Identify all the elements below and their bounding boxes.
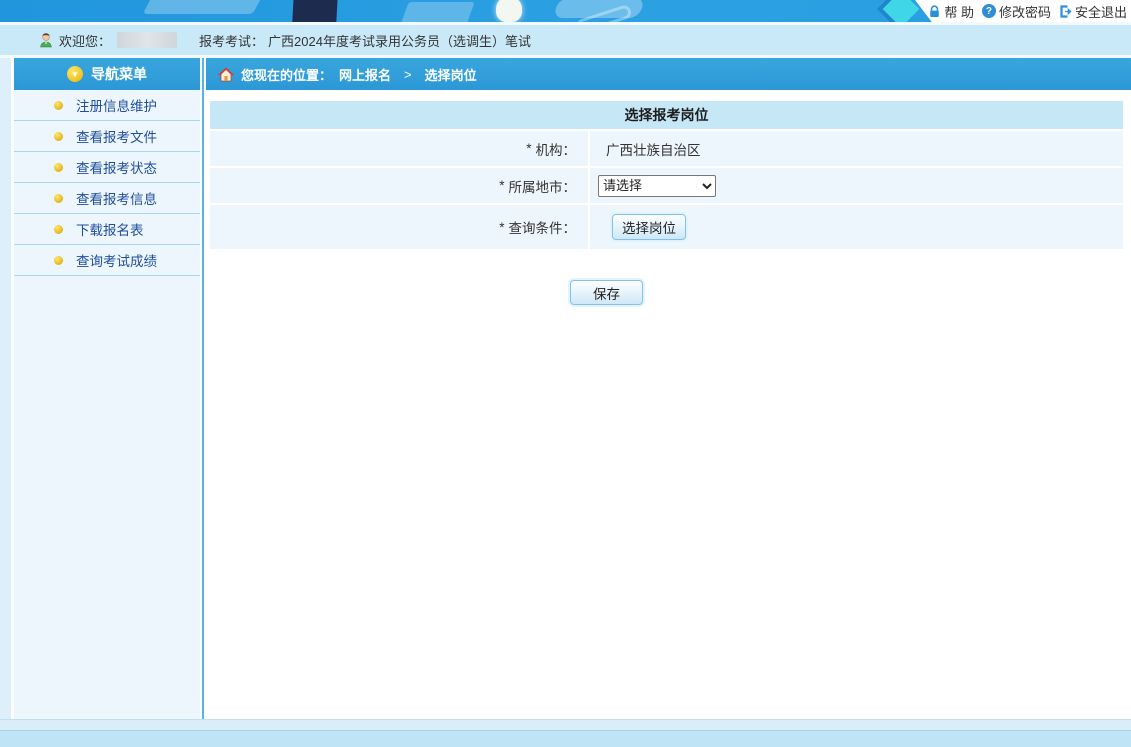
label-text: 所属地市：	[509, 176, 577, 196]
banner-illustration	[292, 0, 338, 22]
banner-illustration	[399, 2, 474, 22]
label-text: 查询条件：	[509, 217, 577, 237]
sidebar-header: ▼ 导航菜单	[14, 58, 200, 90]
form-row-city: * 所属地市： 请选择	[210, 168, 1123, 203]
form-title: 选择报考岗位	[210, 101, 1123, 129]
breadcrumb-separator: >	[404, 67, 412, 82]
help-label: 帮 助	[944, 2, 974, 21]
select-post-button[interactable]: 选择岗位	[612, 214, 686, 240]
city-label: * 所属地市：	[210, 168, 590, 203]
required-asterisk: *	[499, 220, 504, 235]
city-select[interactable]: 请选择	[598, 175, 716, 197]
question-icon: ?	[982, 4, 996, 18]
home-icon	[218, 67, 234, 82]
redacted-username	[117, 32, 177, 48]
welcome-bar: 欢迎您： 报考考试： 广西2024年度考试录用公务员（选调生）笔试	[0, 22, 1131, 58]
help-link[interactable]: 帮 助	[928, 2, 974, 21]
sidebar-item-label: 查询考试成绩	[76, 250, 157, 270]
select-post-form: 选择报考岗位 * 机构： 广西壮族自治区 * 所属地市：	[210, 101, 1123, 249]
bullet-icon	[54, 101, 63, 110]
footer-upper-band	[0, 720, 1131, 731]
logout-link[interactable]: 安全退出	[1059, 2, 1127, 21]
sidebar: ▼ 导航菜单 注册信息维护 查看报考文件 查看报考状态 查看报考信息 下载	[11, 58, 200, 719]
sidebar-title: 导航菜单	[91, 64, 147, 84]
organization-label: * 机构：	[210, 131, 590, 166]
query-condition-label: * 查询条件：	[210, 205, 590, 249]
sidebar-item-label: 注册信息维护	[76, 95, 157, 115]
sidebar-item-register-info[interactable]: 注册信息维护	[14, 90, 200, 121]
sidebar-item-label: 查看报考状态	[76, 157, 157, 177]
form-row-query-condition: * 查询条件： 选择岗位	[210, 205, 1123, 249]
sidebar-item-label: 查看报考文件	[76, 126, 157, 146]
label-text: 机构：	[536, 139, 577, 159]
city-value-cell: 请选择	[590, 175, 1123, 197]
user-avatar-icon	[38, 32, 54, 48]
sidebar-item-query-scores[interactable]: 查询考试成绩	[14, 245, 200, 276]
cube-illustration	[883, 0, 920, 22]
top-banner: 帮 助 ? 修改密码 安全退出	[0, 0, 1131, 22]
breadcrumb-current: 选择岗位	[425, 65, 477, 84]
exam-title: 广西2024年度考试录用公务员（选调生）笔试	[268, 31, 531, 50]
required-asterisk: *	[526, 141, 531, 156]
main-content: 您现在的位置： 网上报名 > 选择岗位 选择报考岗位 * 机构： 广西壮族自治区	[206, 58, 1131, 719]
bullet-icon	[54, 194, 63, 203]
sidebar-item-view-exam-status[interactable]: 查看报考状态	[14, 152, 200, 183]
sidebar-item-label: 下载报名表	[76, 219, 144, 239]
logout-icon	[1059, 5, 1072, 18]
body: ▼ 导航菜单 注册信息维护 查看报考文件 查看报考状态 查看报考信息 下载	[0, 58, 1131, 719]
organization-value: 广西壮族自治区	[606, 139, 701, 159]
lock-icon	[928, 5, 941, 18]
breadcrumb-prefix: 您现在的位置：	[241, 65, 332, 84]
logout-label: 安全退出	[1075, 2, 1127, 21]
form-row-organization: * 机构： 广西壮族自治区	[210, 131, 1123, 166]
bullet-icon	[54, 163, 63, 172]
breadcrumb: 您现在的位置： 网上报名 > 选择岗位	[206, 58, 1131, 90]
topbar-links: 帮 助 ? 修改密码 安全退出	[928, 0, 1127, 22]
change-password-label: 修改密码	[999, 2, 1051, 21]
sidebar-item-view-exam-files[interactable]: 查看报考文件	[14, 121, 200, 152]
query-condition-value-cell: 选择岗位	[590, 214, 1123, 240]
exam-prefix: 报考考试：	[199, 31, 264, 50]
bullet-icon	[54, 132, 63, 141]
lightbulb-illustration	[496, 0, 522, 22]
save-button[interactable]: 保存	[570, 280, 643, 305]
bullet-icon	[54, 256, 63, 265]
breadcrumb-section[interactable]: 网上报名	[339, 65, 391, 84]
page: 帮 助 ? 修改密码 安全退出	[0, 0, 1131, 747]
banner-illustration	[143, 0, 264, 14]
required-asterisk: *	[499, 178, 504, 193]
sidebar-item-view-exam-info[interactable]: 查看报考信息	[14, 183, 200, 214]
footer-lower-band	[0, 731, 1131, 747]
chevron-down-icon: ▼	[67, 66, 83, 82]
sidebar-item-download-form[interactable]: 下载报名表	[14, 214, 200, 245]
welcome-greeting: 欢迎您：	[59, 31, 111, 50]
bullet-icon	[54, 225, 63, 234]
sidebar-item-label: 查看报考信息	[76, 188, 157, 208]
change-password-link[interactable]: ? 修改密码	[982, 2, 1051, 21]
organization-value-cell: 广西壮族自治区	[590, 139, 1123, 159]
